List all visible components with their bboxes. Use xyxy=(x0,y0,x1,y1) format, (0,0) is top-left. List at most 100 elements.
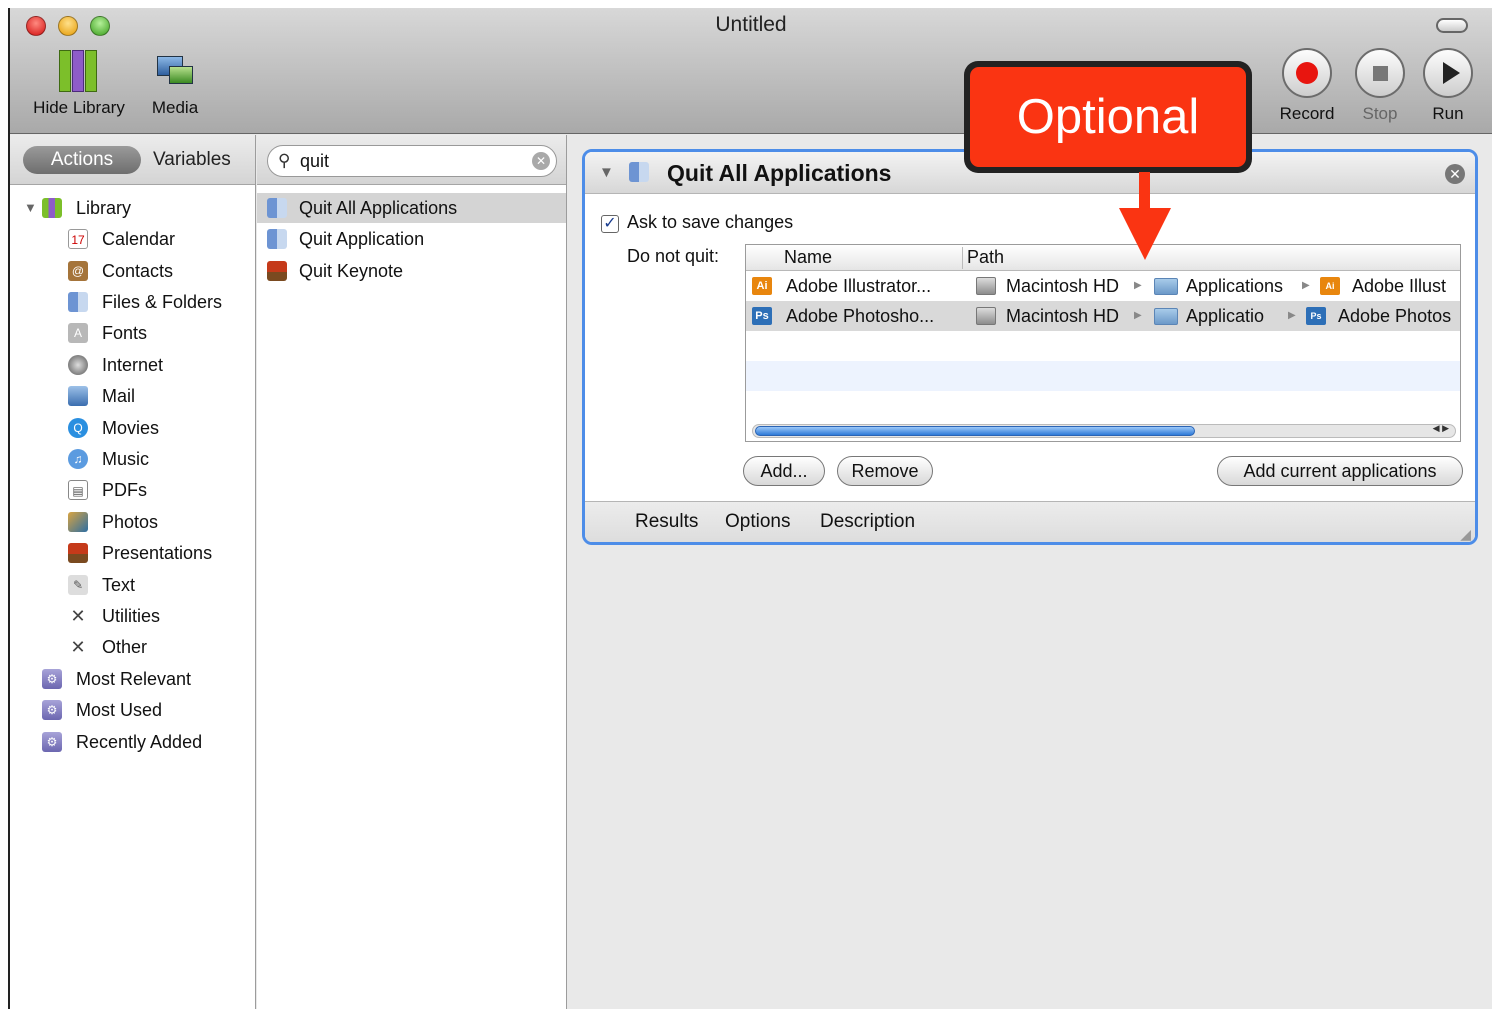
remove-action-icon[interactable]: ✕ xyxy=(1445,164,1465,184)
tab-options[interactable]: Options xyxy=(725,511,790,533)
library-item-label: Presentations xyxy=(102,543,213,563)
do-not-quit-label: Do not quit: xyxy=(627,246,720,266)
path-separator-icon: ▶ xyxy=(1302,280,1310,291)
tab-description[interactable]: Description xyxy=(820,511,915,533)
library-root[interactable]: ▼ Library xyxy=(10,193,255,223)
media-icon xyxy=(153,48,197,92)
collapse-triangle-icon[interactable]: ▼ xyxy=(599,164,614,181)
mail-icon xyxy=(68,386,88,406)
path-app: Adobe Photos xyxy=(1338,306,1452,326)
contacts-icon: @ xyxy=(68,261,88,281)
hide-library-button[interactable]: Hide Library xyxy=(24,48,134,118)
table-row[interactable]: Ai Adobe Illustrator... Macintosh HD ▶ A… xyxy=(746,271,1460,301)
app-name: Adobe Photosho... xyxy=(786,306,935,326)
library-item-utilities[interactable]: ✕ Utilities xyxy=(10,601,255,631)
hard-drive-icon xyxy=(976,307,996,325)
itunes-icon: ♫ xyxy=(68,449,88,469)
finder-icon xyxy=(68,292,88,312)
search-field[interactable]: ⚲ quit ✕ xyxy=(267,145,557,177)
action-result-quit-application[interactable]: Quit Application xyxy=(257,224,566,254)
library-item-label: PDFs xyxy=(102,480,147,500)
library-item-mail[interactable]: Mail xyxy=(10,381,255,411)
column-path[interactable]: Path xyxy=(962,247,1004,269)
path-separator-icon: ▶ xyxy=(1134,280,1142,291)
library-root-label: Library xyxy=(76,198,132,218)
record-button[interactable]: Record xyxy=(1274,48,1340,124)
automator-window: Untitled Hide Library Media Record Stop xyxy=(8,8,1492,1009)
hide-library-label: Hide Library xyxy=(33,98,125,117)
add-current-applications-button[interactable]: Add current applications xyxy=(1217,456,1463,486)
library-item-label: Internet xyxy=(102,355,164,375)
add-button[interactable]: Add... xyxy=(743,456,825,486)
workflow-area[interactable]: ▼ Quit All Applications ✕ ✓ Ask to save … xyxy=(568,135,1492,1009)
library-item-other[interactable]: ✕ Other xyxy=(10,632,255,662)
horizontal-scrollbar[interactable]: ◀ ▶ xyxy=(752,423,1456,438)
keynote-icon xyxy=(267,261,287,281)
library-item-text[interactable]: ✎ Text xyxy=(10,570,255,600)
library-item-internet[interactable]: Internet xyxy=(10,350,255,380)
media-button[interactable]: Media xyxy=(144,48,206,118)
action-title: Quit All Applications xyxy=(667,160,892,186)
path-volume: Macintosh HD xyxy=(1006,306,1120,326)
run-label: Run xyxy=(1432,104,1464,123)
search-input[interactable]: quit xyxy=(300,151,329,172)
smart-group-most-used[interactable]: ⚙ Most Used xyxy=(10,695,255,725)
utilities-icon: ✕ xyxy=(70,606,86,626)
library-icon xyxy=(42,198,62,218)
action-quit-all-applications[interactable]: ▼ Quit All Applications ✕ ✓ Ask to save … xyxy=(582,149,1478,545)
library-item-label: Text xyxy=(102,575,136,595)
path-volume: Macintosh HD xyxy=(1006,276,1120,296)
smart-folder-icon: ⚙ xyxy=(42,700,62,720)
scroll-arrows-icon[interactable]: ◀ ▶ xyxy=(1433,423,1449,434)
smart-group-recently-added[interactable]: ⚙ Recently Added xyxy=(10,727,255,757)
scrollbar-thumb[interactable] xyxy=(755,426,1195,436)
smart-group-label: Most Used xyxy=(76,700,163,720)
action-result-label: Quit Application xyxy=(299,229,425,249)
ask-to-save-label: Ask to save changes xyxy=(627,212,794,232)
tab-results[interactable]: Results xyxy=(635,511,698,533)
library-pane: Actions Variables ▼ Library 17 Calendar @… xyxy=(10,135,256,1009)
other-icon: ✕ xyxy=(70,637,86,657)
pdf-icon: ▤ xyxy=(68,480,88,500)
smart-group-label: Most Relevant xyxy=(76,669,192,689)
stop-button[interactable]: Stop xyxy=(1350,48,1410,124)
fonts-icon: A xyxy=(68,323,88,343)
library-item-presentations[interactable]: Presentations xyxy=(10,538,255,568)
window-title: Untitled xyxy=(715,13,787,36)
path-separator-icon: ▶ xyxy=(1134,310,1142,321)
toolbar-toggle-button[interactable] xyxy=(1436,18,1468,33)
do-not-quit-table[interactable]: Name Path Ai Adobe Illustrator... Macint… xyxy=(745,244,1461,442)
library-item-contacts[interactable]: @ Contacts xyxy=(10,256,255,286)
internet-icon xyxy=(68,355,88,375)
library-books-icon xyxy=(57,48,101,92)
tab-actions[interactable]: Actions xyxy=(23,146,141,174)
callout-arrow-icon xyxy=(1119,208,1171,260)
table-row[interactable]: Ps Adobe Photosho... Macintosh HD ▶ Appl… xyxy=(746,301,1460,331)
library-item-label: Utilities xyxy=(102,606,161,626)
text-icon: ✎ xyxy=(68,575,88,595)
resize-grip-icon[interactable]: ◢ xyxy=(1460,526,1471,542)
column-name[interactable]: Name xyxy=(784,247,832,268)
path-folder: Applicatio xyxy=(1186,306,1265,326)
library-item-fonts[interactable]: A Fonts xyxy=(10,318,255,348)
library-item-files-folders[interactable]: Files & Folders xyxy=(10,287,255,317)
action-result-quit-all-applications[interactable]: Quit All Applications xyxy=(257,193,566,223)
hard-drive-icon xyxy=(976,277,996,295)
library-item-music[interactable]: ♫ Music xyxy=(10,444,255,474)
disclosure-triangle-icon[interactable]: ▼ xyxy=(24,193,37,223)
path-folder: Applications xyxy=(1186,276,1284,296)
action-result-quit-keynote[interactable]: Quit Keynote xyxy=(257,256,566,286)
tab-variables[interactable]: Variables xyxy=(153,146,231,174)
remove-button[interactable]: Remove xyxy=(837,456,933,486)
table-header: Name Path xyxy=(746,245,1460,271)
clear-search-icon[interactable]: ✕ xyxy=(532,152,550,170)
library-item-label: Movies xyxy=(102,418,160,438)
library-item-pdfs[interactable]: ▤ PDFs xyxy=(10,475,255,505)
run-button[interactable]: Run xyxy=(1422,48,1474,124)
ask-to-save-checkbox[interactable]: ✓ xyxy=(601,215,619,233)
smart-group-most-relevant[interactable]: ⚙ Most Relevant xyxy=(10,664,255,694)
applications-folder-icon xyxy=(1154,278,1178,295)
library-item-calendar[interactable]: 17 Calendar xyxy=(10,224,255,254)
library-item-photos[interactable]: Photos xyxy=(10,507,255,537)
library-item-movies[interactable]: Q Movies xyxy=(10,413,255,443)
